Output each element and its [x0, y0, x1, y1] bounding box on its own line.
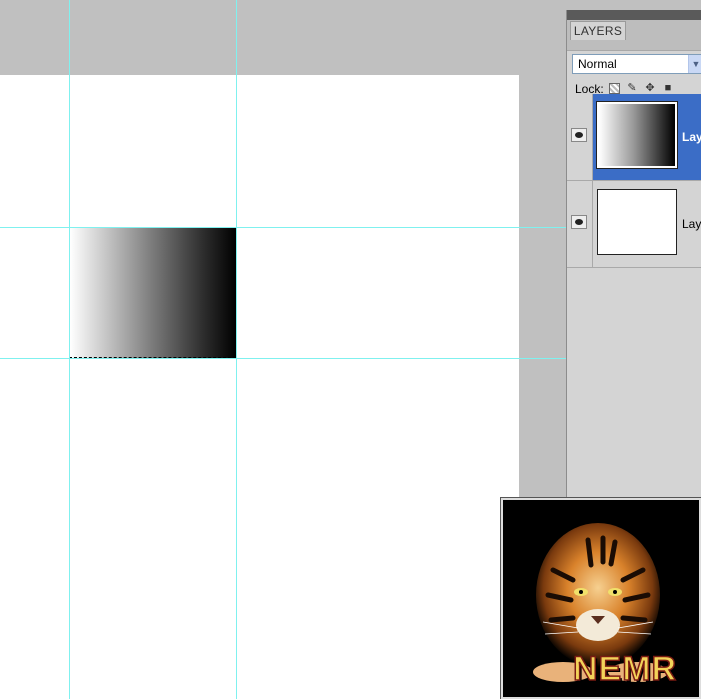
blend-mode-value: Normal	[578, 57, 617, 71]
layer-name[interactable]: Lay	[682, 217, 701, 231]
panel-title-bar[interactable]	[567, 10, 701, 20]
lock-paint-icon[interactable]: ✎	[626, 82, 638, 94]
layer-main[interactable]: Lay	[593, 181, 701, 267]
layer-row-2[interactable]: Lay	[567, 181, 701, 268]
panel-tab-strip: LAYERS	[567, 20, 701, 51]
vertical-guide[interactable]	[69, 0, 70, 699]
lock-move-icon[interactable]: ✥	[644, 82, 656, 94]
logo-text: NEMR	[572, 649, 678, 689]
document-canvas[interactable]	[0, 75, 519, 699]
layer-thumbnail	[596, 101, 678, 169]
layer-name[interactable]: Lay	[682, 130, 701, 144]
visibility-toggle[interactable]	[567, 94, 593, 180]
layer-thumbnail	[597, 189, 677, 255]
eye-icon[interactable]	[571, 215, 587, 229]
vertical-guide[interactable]	[236, 0, 237, 699]
lock-all-icon[interactable]: ■	[662, 82, 674, 94]
visibility-toggle[interactable]	[567, 181, 593, 267]
layers-panel: LAYERS Normal ▼ Lock: ✎ ✥ ■ Lay Lay	[566, 10, 701, 510]
layer-main[interactable]: Lay	[593, 94, 701, 180]
tiger-logo: NEMR	[500, 497, 701, 699]
tab-layers[interactable]: LAYERS	[570, 21, 626, 40]
chevron-down-icon[interactable]: ▼	[688, 55, 701, 73]
lock-transparent-icon[interactable]	[609, 83, 620, 94]
eye-icon[interactable]	[571, 128, 587, 142]
layer-row-1[interactable]: Lay	[567, 94, 701, 181]
horizontal-guide[interactable]	[0, 358, 566, 359]
blend-mode-select[interactable]: Normal ▼	[572, 54, 701, 74]
gradient-fill-region[interactable]	[70, 228, 236, 358]
horizontal-guide[interactable]	[0, 227, 566, 228]
